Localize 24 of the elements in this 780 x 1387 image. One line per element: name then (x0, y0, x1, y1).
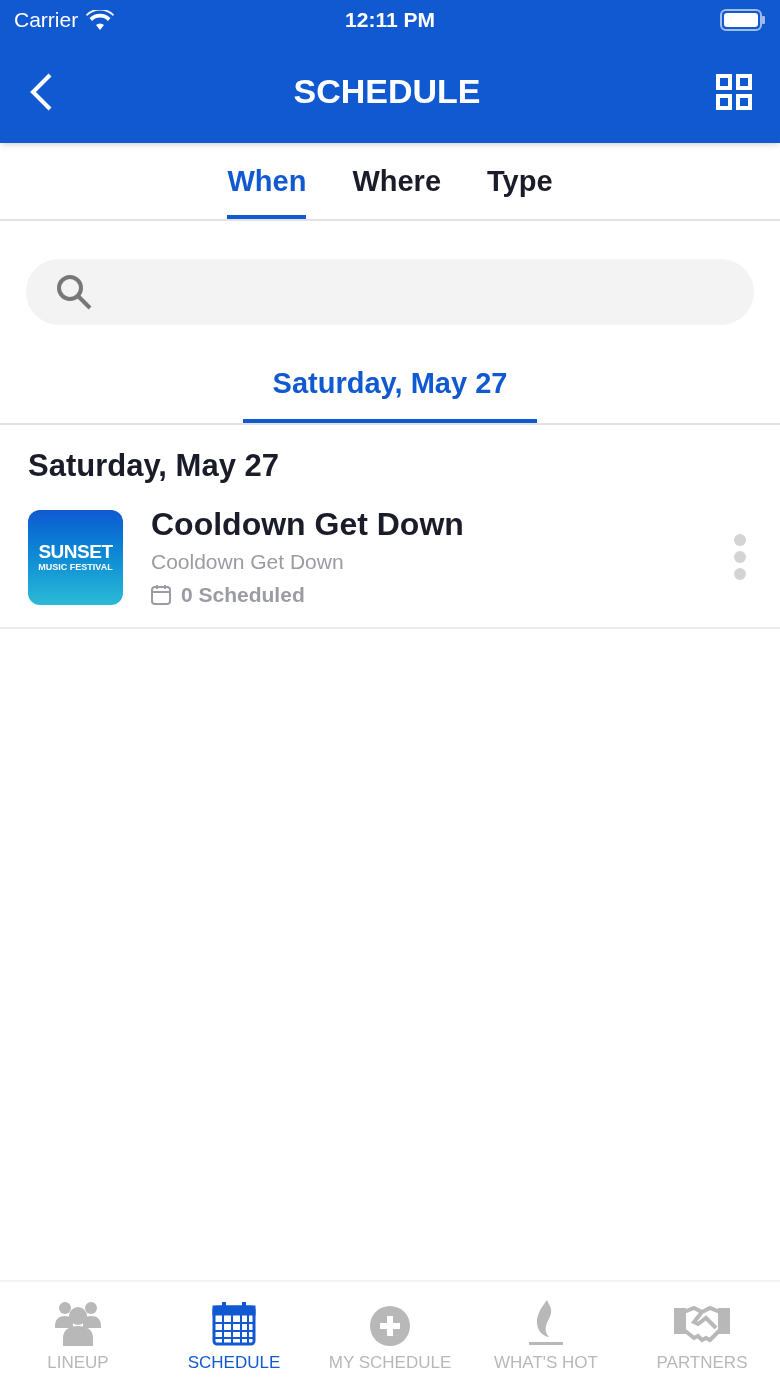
clock-time: 12:11 PM (345, 7, 435, 34)
logo-subtitle: MUSIC FESTIVAL (38, 563, 113, 572)
filter-tab[interactable]: Where (352, 159, 441, 219)
people-icon (53, 1300, 103, 1346)
logo-wordmark: SUNSET (38, 542, 113, 561)
scheduled-count: 0 Scheduled (181, 582, 305, 608)
filter-tab[interactable]: Type (487, 159, 553, 219)
section-heading: Saturday, May 27 (28, 448, 279, 483)
event-subtitle: Cooldown Get Down (151, 548, 345, 575)
plus-circle-icon (370, 1306, 410, 1346)
flame-icon (527, 1300, 565, 1346)
calendar-icon (212, 1300, 256, 1346)
event-title: Cooldown Get Down (151, 504, 465, 544)
search-icon (56, 274, 92, 310)
calendar-icon (151, 584, 171, 606)
grid-view-button[interactable] (716, 73, 752, 110)
date-tab[interactable]: Saturday, May 27 (243, 361, 537, 423)
page-title: SCHEDULE (293, 71, 481, 112)
battery-icon (720, 9, 766, 31)
bottom-tab[interactable]: SCHEDULE (156, 1298, 312, 1376)
carrier-label: Carrier (14, 7, 79, 34)
event-row[interactable]: SUNSET MUSIC FESTIVAL Cooldown Get Down Cooldown Get Down 0 Scheduled (0, 489, 780, 629)
wifi-icon (86, 10, 115, 30)
filter-tab[interactable]: When (227, 159, 307, 219)
